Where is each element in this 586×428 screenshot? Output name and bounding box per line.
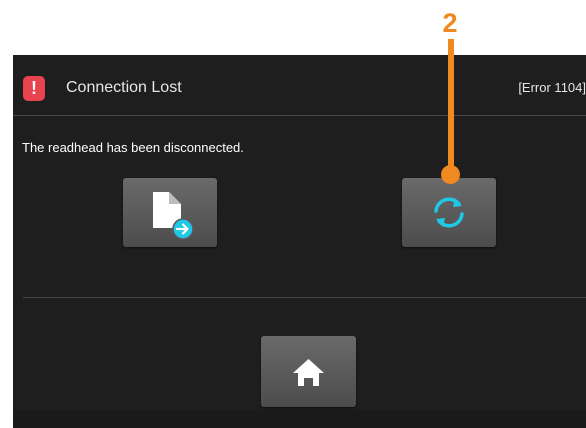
export-document-button[interactable] bbox=[123, 178, 217, 247]
callout-pointer-line bbox=[448, 39, 454, 169]
document-export-icon bbox=[153, 192, 194, 240]
callout-number: 2 bbox=[442, 8, 458, 38]
reconnect-button[interactable] bbox=[402, 178, 496, 247]
home-button[interactable] bbox=[261, 336, 356, 407]
refresh-icon bbox=[434, 197, 464, 228]
connection-lost-dialog: ! Connection Lost [Error 1104] The readh… bbox=[13, 55, 586, 428]
error-code: [Error 1104] bbox=[518, 80, 586, 95]
section-divider bbox=[23, 297, 586, 298]
dialog-message: The readhead has been disconnected. bbox=[22, 140, 244, 155]
bottom-bar bbox=[13, 410, 586, 428]
alert-icon: ! bbox=[23, 76, 45, 101]
dialog-header: ! Connection Lost [Error 1104] bbox=[13, 55, 586, 116]
home-icon bbox=[293, 359, 324, 386]
header-divider bbox=[13, 115, 586, 116]
dialog-title: Connection Lost bbox=[66, 79, 182, 96]
screenshot-page: 2 ! Connection Lost [Error 1104] The rea… bbox=[0, 0, 586, 428]
callout-pointer-dot bbox=[441, 165, 460, 184]
